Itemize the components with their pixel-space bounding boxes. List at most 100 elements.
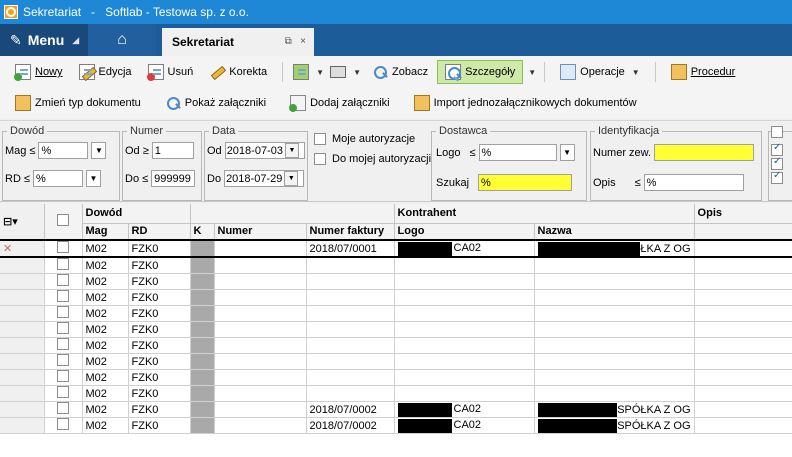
grid-config-icon[interactable]: ⊟▾ xyxy=(3,216,18,228)
cell-numer-faktury[interactable] xyxy=(306,257,395,274)
row-header[interactable] xyxy=(0,401,45,418)
cell-opis[interactable] xyxy=(694,289,792,306)
do-mojej-autoryzacji-checkbox[interactable] xyxy=(314,153,326,165)
cell-rd[interactable]: FZK0 xyxy=(128,257,191,274)
cell-k[interactable] xyxy=(190,289,215,306)
cell-mag[interactable]: M02 xyxy=(82,353,129,370)
cell-opis[interactable] xyxy=(694,239,792,258)
table-row[interactable]: M02 FZK0 xyxy=(0,257,792,274)
cell-logo[interactable] xyxy=(394,353,535,370)
row-header[interactable] xyxy=(0,369,45,386)
row-checkbox[interactable] xyxy=(57,306,69,318)
dodaj-zalaczniki-button[interactable]: Dodaj załączniki xyxy=(283,91,396,115)
chevron-down-icon[interactable]: ▼ xyxy=(528,68,536,77)
cell-mag[interactable]: M02 xyxy=(82,385,129,402)
cell-k[interactable] xyxy=(190,369,215,386)
cell-numer[interactable] xyxy=(214,369,307,386)
table-row[interactable]: M02 FZK0 xyxy=(0,385,792,402)
row-checkbox[interactable] xyxy=(57,290,69,302)
col-numer-faktury[interactable]: Numer faktury xyxy=(306,223,395,241)
row-checkbox-cell[interactable] xyxy=(44,257,83,274)
mag-input[interactable]: % xyxy=(38,142,89,159)
row-checkbox-cell[interactable] xyxy=(44,417,83,434)
row-checkbox-cell[interactable] xyxy=(44,385,83,402)
select-all-checkbox[interactable] xyxy=(57,214,69,226)
cell-opis[interactable] xyxy=(694,369,792,386)
row-checkbox[interactable] xyxy=(57,242,69,253)
cell-numer-faktury[interactable]: 2018/07/0002 xyxy=(306,401,395,418)
row-header[interactable] xyxy=(0,417,45,434)
cell-rd[interactable]: FZK0 xyxy=(128,305,191,322)
row-checkbox[interactable] xyxy=(57,354,69,366)
row-checkbox[interactable] xyxy=(57,338,69,350)
cell-rd[interactable]: FZK0 xyxy=(128,239,191,258)
row-checkbox-cell[interactable] xyxy=(44,353,83,370)
numer-do-input[interactable]: 999999 xyxy=(151,170,196,187)
cell-rd[interactable]: FZK0 xyxy=(128,385,191,402)
col-opis[interactable] xyxy=(694,223,792,241)
cell-logo[interactable]: CA02 xyxy=(394,417,535,434)
cell-logo[interactable]: CA02 xyxy=(394,401,535,418)
col-mag[interactable]: Mag xyxy=(82,223,129,241)
cell-opis[interactable] xyxy=(694,337,792,354)
numer-zew-input[interactable] xyxy=(654,144,755,161)
cell-nazwa[interactable] xyxy=(534,289,695,306)
row-checkbox[interactable] xyxy=(57,386,69,398)
cell-numer[interactable] xyxy=(214,289,307,306)
cell-rd[interactable]: FZK0 xyxy=(128,417,191,434)
table-row[interactable]: M02 FZK0 xyxy=(0,305,792,322)
extra-checkbox-2[interactable] xyxy=(771,142,783,156)
cell-nazwa[interactable] xyxy=(534,273,695,290)
cell-numer-faktury[interactable] xyxy=(306,321,395,338)
cell-numer[interactable] xyxy=(214,305,307,322)
edycja-button[interactable]: Edycja xyxy=(72,60,139,84)
cell-nazwa[interactable] xyxy=(534,385,695,402)
pokaz-zalaczniki-button[interactable]: Pokaż załączniki xyxy=(158,91,273,115)
cell-k[interactable] xyxy=(190,337,215,354)
cell-mag[interactable]: M02 xyxy=(82,369,129,386)
table-row[interactable]: ✕ M02 FZK0 2018/07/0001 CA02 ŁKA Z OG xyxy=(0,239,792,258)
cell-rd[interactable]: FZK0 xyxy=(128,289,191,306)
col-k[interactable]: K xyxy=(190,223,215,241)
restore-icon[interactable]: ⧉ xyxy=(285,36,292,47)
korekta-button[interactable]: Korekta xyxy=(202,60,274,84)
cell-nazwa[interactable] xyxy=(534,369,695,386)
cell-logo[interactable] xyxy=(394,321,535,338)
cell-nazwa[interactable] xyxy=(534,321,695,338)
cell-k[interactable] xyxy=(190,321,215,338)
cell-numer[interactable] xyxy=(214,353,307,370)
view-mode-button[interactable]: ▼ xyxy=(291,60,326,84)
cell-rd[interactable]: FZK0 xyxy=(128,401,191,418)
cell-mag[interactable]: M02 xyxy=(82,289,129,306)
cell-opis[interactable] xyxy=(694,273,792,290)
cell-numer-faktury[interactable] xyxy=(306,273,395,290)
szczegoly-button[interactable]: Szczegóły xyxy=(437,60,524,84)
cell-numer[interactable] xyxy=(214,385,307,402)
cell-logo[interactable] xyxy=(394,385,535,402)
cell-numer[interactable] xyxy=(214,337,307,354)
cell-k[interactable] xyxy=(190,401,215,418)
cell-mag[interactable]: M02 xyxy=(82,401,129,418)
row-checkbox-cell[interactable] xyxy=(44,239,83,258)
select-all-cell[interactable] xyxy=(44,204,83,241)
cell-numer-faktury[interactable] xyxy=(306,385,395,402)
grid-options-cell[interactable]: ⊟▾ xyxy=(0,204,45,241)
calendar-dropdown-icon[interactable]: ▼ xyxy=(284,171,299,186)
cell-opis[interactable] xyxy=(694,305,792,322)
row-checkbox[interactable] xyxy=(57,418,69,430)
row-header[interactable] xyxy=(0,337,45,354)
logo-dropdown[interactable]: ▼ xyxy=(559,144,575,161)
cell-k[interactable] xyxy=(190,385,215,402)
cell-numer[interactable] xyxy=(214,417,307,434)
cell-numer-faktury[interactable] xyxy=(306,353,395,370)
data-od-input[interactable]: 2018-07-03 ▼ xyxy=(224,142,305,159)
cell-rd[interactable]: FZK0 xyxy=(128,353,191,370)
cell-opis[interactable] xyxy=(694,401,792,418)
cell-opis[interactable] xyxy=(694,385,792,402)
row-checkbox-cell[interactable] xyxy=(44,401,83,418)
zobacz-button[interactable]: Zobacz xyxy=(365,60,435,84)
row-checkbox-cell[interactable] xyxy=(44,337,83,354)
extra-checkbox-1[interactable] xyxy=(771,126,783,138)
row-header[interactable] xyxy=(0,257,45,274)
moje-autoryzacje-checkbox[interactable] xyxy=(314,133,326,145)
